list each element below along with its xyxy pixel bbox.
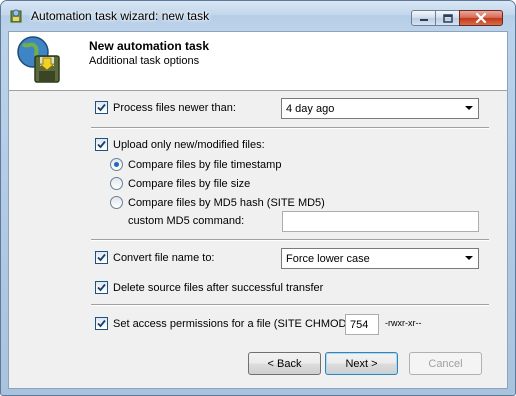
compare-timestamp-radio[interactable] [110, 158, 123, 171]
permissions-checkbox[interactable] [95, 317, 108, 330]
app-icon [10, 9, 22, 23]
title-bar[interactable]: Automation task wizard: new task [1, 1, 515, 31]
close-button[interactable] [459, 10, 503, 26]
convert-name-checkbox[interactable] [95, 251, 108, 264]
header-subtitle: Additional task options [89, 55, 200, 67]
minimize-icon [419, 19, 428, 21]
check-icon [97, 319, 106, 328]
separator [91, 239, 489, 241]
md5-command-input[interactable] [282, 211, 479, 232]
maximize-icon [442, 13, 453, 23]
wizard-window: Automation task wizard: new task New aut… [0, 0, 516, 396]
permissions-display-row: -rwxr-xr-- [385, 318, 421, 328]
compare-size-radio[interactable] [110, 177, 123, 190]
compare-size-label: Compare files by file size [128, 177, 251, 190]
maximize-button[interactable] [435, 10, 460, 26]
compare-timestamp-row[interactable]: Compare files by file timestamp [110, 158, 281, 171]
minimize-button[interactable] [411, 10, 436, 26]
close-icon [475, 13, 487, 23]
delete-source-row[interactable]: Delete source files after successful tra… [95, 281, 323, 294]
convert-name-row[interactable]: Convert file name to: [95, 251, 215, 264]
compare-md5-label: Compare files by MD5 hash (SITE MD5) [128, 196, 325, 209]
back-button[interactable]: < Back [248, 352, 321, 375]
check-icon [97, 103, 106, 112]
delete-source-label: Delete source files after successful tra… [113, 281, 324, 294]
delete-source-checkbox[interactable] [95, 281, 108, 294]
permissions-row[interactable]: Set access permissions for a file (SITE … [95, 317, 350, 330]
process-newer-dropdown[interactable]: 4 day ago [281, 98, 479, 119]
dialog-client: New automation task Additional task opti… [8, 31, 508, 389]
permissions-input[interactable]: 754 [345, 314, 379, 335]
permissions-display: -rwxr-xr-- [385, 318, 422, 328]
header-title: New automation task [89, 39, 210, 53]
wizard-header: New automation task Additional task opti… [9, 32, 507, 91]
upload-only-new-checkbox[interactable] [95, 138, 108, 151]
globe-disk-icon [17, 36, 60, 83]
chevron-down-icon [465, 256, 473, 260]
window-title: Automation task wizard: new task [31, 9, 210, 23]
upload-only-new-label: Upload only new/modified files: [113, 138, 265, 151]
check-icon [97, 253, 106, 262]
compare-timestamp-label: Compare files by file timestamp [128, 158, 282, 171]
chevron-down-icon [465, 106, 473, 110]
permissions-value: 754 [350, 318, 369, 331]
process-newer-checkbox-row[interactable]: Process files newer than: [95, 101, 236, 114]
md5-command-label-row: custom MD5 command: [128, 215, 244, 227]
radio-selected-dot [114, 162, 119, 167]
compare-md5-radio[interactable] [110, 196, 123, 209]
md5-command-label: custom MD5 command: [128, 215, 245, 227]
convert-name-label: Convert file name to: [113, 251, 215, 264]
compare-md5-row[interactable]: Compare files by MD5 hash (SITE MD5) [110, 196, 325, 209]
process-newer-value: 4 day ago [286, 102, 335, 115]
compare-size-row[interactable]: Compare files by file size [110, 177, 250, 190]
separator [91, 127, 489, 129]
cancel-button[interactable]: Cancel [409, 352, 482, 375]
separator [91, 304, 489, 306]
process-newer-checkbox[interactable] [95, 101, 108, 114]
upload-only-new-row[interactable]: Upload only new/modified files: [95, 138, 265, 151]
next-button[interactable]: Next > [325, 352, 398, 375]
check-icon [97, 283, 106, 292]
check-icon [97, 140, 106, 149]
convert-name-value: Force lower case [286, 252, 370, 265]
permissions-label: Set access permissions for a file (SITE … [113, 317, 351, 330]
convert-name-dropdown[interactable]: Force lower case [281, 248, 479, 269]
process-newer-label: Process files newer than: [113, 101, 236, 114]
